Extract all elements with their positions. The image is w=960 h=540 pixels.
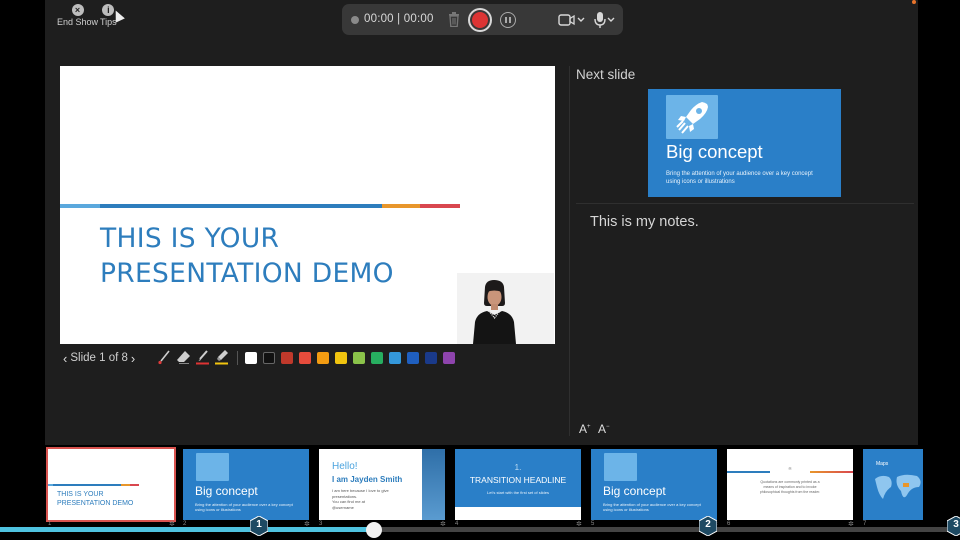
status-dot bbox=[912, 0, 916, 4]
toolbar-separator bbox=[237, 351, 238, 365]
slide-thumbnail-7[interactable]: Maps bbox=[863, 449, 923, 520]
recording-toolbar: 00:00 | 00:00 bbox=[342, 4, 623, 35]
pen-tools bbox=[157, 349, 229, 365]
color-swatch-4[interactable] bbox=[299, 352, 311, 364]
slide-thumbnail-5[interactable]: Big concept Bring the attention of your … bbox=[591, 449, 717, 520]
thumbnail-subtitle: Bring the attention of your audience ove… bbox=[603, 502, 701, 512]
accent-bar-blue bbox=[100, 204, 382, 208]
presenter-view: × End Show i Tips 00:00 | 00:00 THIS IS … bbox=[0, 0, 960, 540]
speaker-notes[interactable]: This is my notes. bbox=[590, 214, 699, 230]
color-swatch-10[interactable] bbox=[407, 352, 419, 364]
slide-thumbnail-3[interactable]: Hello! I am Jayden Smith I am here becau… bbox=[319, 449, 445, 520]
microphone-icon[interactable] bbox=[593, 11, 617, 29]
slide-title: THIS IS YOUR PRESENTATION DEMO bbox=[100, 223, 394, 289]
accent-bar-red bbox=[420, 204, 460, 208]
slide-thumbnail-1[interactable]: THIS IS YOUR PRESENTATION DEMO bbox=[46, 447, 176, 522]
thumbnail-subtitle: I am here because I love to give present… bbox=[332, 488, 389, 510]
slide-thumbnail-2[interactable]: Big concept Bring the attention of your … bbox=[183, 449, 309, 520]
color-swatch-6[interactable] bbox=[335, 352, 347, 364]
color-swatch-1[interactable] bbox=[245, 352, 257, 364]
slide-thumbnail-4[interactable]: 1. TRANSITION HEADLINE Let's start with … bbox=[455, 449, 581, 520]
color-swatch-5[interactable] bbox=[317, 352, 329, 364]
decrease-font-button[interactable]: A− bbox=[598, 422, 610, 436]
chapter-marker-1[interactable]: 1 bbox=[250, 516, 268, 536]
thumbnail-photo bbox=[422, 449, 445, 520]
pause-icon[interactable] bbox=[500, 12, 516, 28]
trash-icon[interactable] bbox=[448, 12, 460, 27]
end-show-label: End Show bbox=[57, 17, 99, 27]
webcam-preview bbox=[457, 273, 554, 344]
next-slide-subtitle: Bring the attention of your audience ove… bbox=[666, 171, 813, 185]
thumbnail-subtitle: Bring the attention of your audience ove… bbox=[195, 502, 293, 512]
slide-counter: Slide 1 of 8 bbox=[70, 352, 128, 364]
slide-thumbnail-6[interactable]: “ Quotations are commonly printed as a m… bbox=[727, 449, 853, 520]
color-swatch-3[interactable] bbox=[281, 352, 293, 364]
increase-font-button[interactable]: A+ bbox=[579, 422, 591, 436]
progress-handle[interactable] bbox=[366, 522, 383, 538]
camera-icon[interactable] bbox=[558, 13, 586, 27]
increase-font-label: A bbox=[579, 422, 588, 436]
decrease-font-label: A bbox=[598, 422, 607, 436]
recording-indicator-icon bbox=[351, 16, 359, 24]
progress-fill bbox=[0, 527, 375, 532]
next-slide-preview[interactable]: Big concept Bring the attention of your … bbox=[648, 89, 841, 197]
rocket-icon bbox=[666, 95, 718, 139]
color-swatch-9[interactable] bbox=[389, 352, 401, 364]
thumbnail-title: Big concept bbox=[195, 484, 258, 498]
close-icon: × bbox=[71, 4, 84, 16]
presenter-video-image bbox=[457, 273, 554, 344]
recording-time: 00:00 | 00:00 bbox=[364, 13, 434, 25]
thumbnail-title: Maps bbox=[876, 461, 889, 467]
color-swatch-12[interactable] bbox=[443, 352, 455, 364]
chevron-right-icon[interactable]: › bbox=[128, 351, 138, 366]
thumbnail-footer bbox=[455, 507, 581, 520]
accent-bar-light bbox=[60, 204, 100, 208]
thumbnail-subtitle: Let's start with the first set of slides bbox=[487, 490, 549, 495]
record-button[interactable] bbox=[468, 8, 492, 32]
eraser-icon[interactable] bbox=[176, 349, 191, 365]
color-swatch-11[interactable] bbox=[425, 352, 437, 364]
chapter-marker-3[interactable]: 3 bbox=[947, 516, 960, 536]
thumbnail-quote: Quotations are commonly printed as a mea… bbox=[759, 480, 821, 494]
thumbnail-title: I am Jayden Smith bbox=[332, 475, 403, 484]
highlighter-icon[interactable] bbox=[214, 349, 229, 365]
next-slide-label: Next slide bbox=[576, 67, 636, 82]
ink-color-palette bbox=[245, 352, 455, 364]
chapter-marker-label: 2 bbox=[705, 519, 711, 530]
chapter-marker-label: 1 bbox=[256, 519, 262, 530]
laser-pointer-icon[interactable] bbox=[157, 349, 172, 365]
thumbnail-index: 1. bbox=[514, 463, 522, 472]
slide-filmstrip: THIS IS YOUR PRESENTATION DEMO Big conce… bbox=[0, 445, 960, 540]
color-swatch-8[interactable] bbox=[371, 352, 383, 364]
current-slide: THIS IS YOUR PRESENTATION DEMO bbox=[60, 66, 555, 344]
accent-bar-orange bbox=[382, 204, 420, 208]
thumbnail-title: THIS IS YOUR PRESENTATION DEMO bbox=[57, 491, 134, 507]
thumbnail-title: TRANSITION HEADLINE bbox=[469, 475, 567, 485]
chapter-marker-2[interactable]: 2 bbox=[699, 516, 717, 536]
color-swatch-2[interactable] bbox=[263, 352, 275, 364]
pen-icon[interactable] bbox=[195, 349, 210, 365]
thumbnail-hello: Hello! bbox=[332, 461, 358, 472]
rocket-icon bbox=[604, 453, 637, 481]
thumbnail-title: Big concept bbox=[603, 484, 666, 498]
quote-icon: “ bbox=[788, 466, 792, 477]
chapter-marker-label: 3 bbox=[953, 519, 959, 530]
chevron-left-icon[interactable]: ‹ bbox=[60, 351, 70, 366]
slide-navigator: ‹ Slide 1 of 8 › bbox=[60, 350, 138, 366]
notes-divider bbox=[576, 203, 914, 204]
end-show-button[interactable]: × End Show bbox=[57, 4, 98, 27]
next-slide-title: Big concept bbox=[666, 141, 763, 162]
rocket-icon bbox=[196, 453, 229, 481]
color-swatch-7[interactable] bbox=[353, 352, 365, 364]
world-map-image bbox=[875, 474, 921, 499]
panel-divider bbox=[569, 66, 570, 436]
